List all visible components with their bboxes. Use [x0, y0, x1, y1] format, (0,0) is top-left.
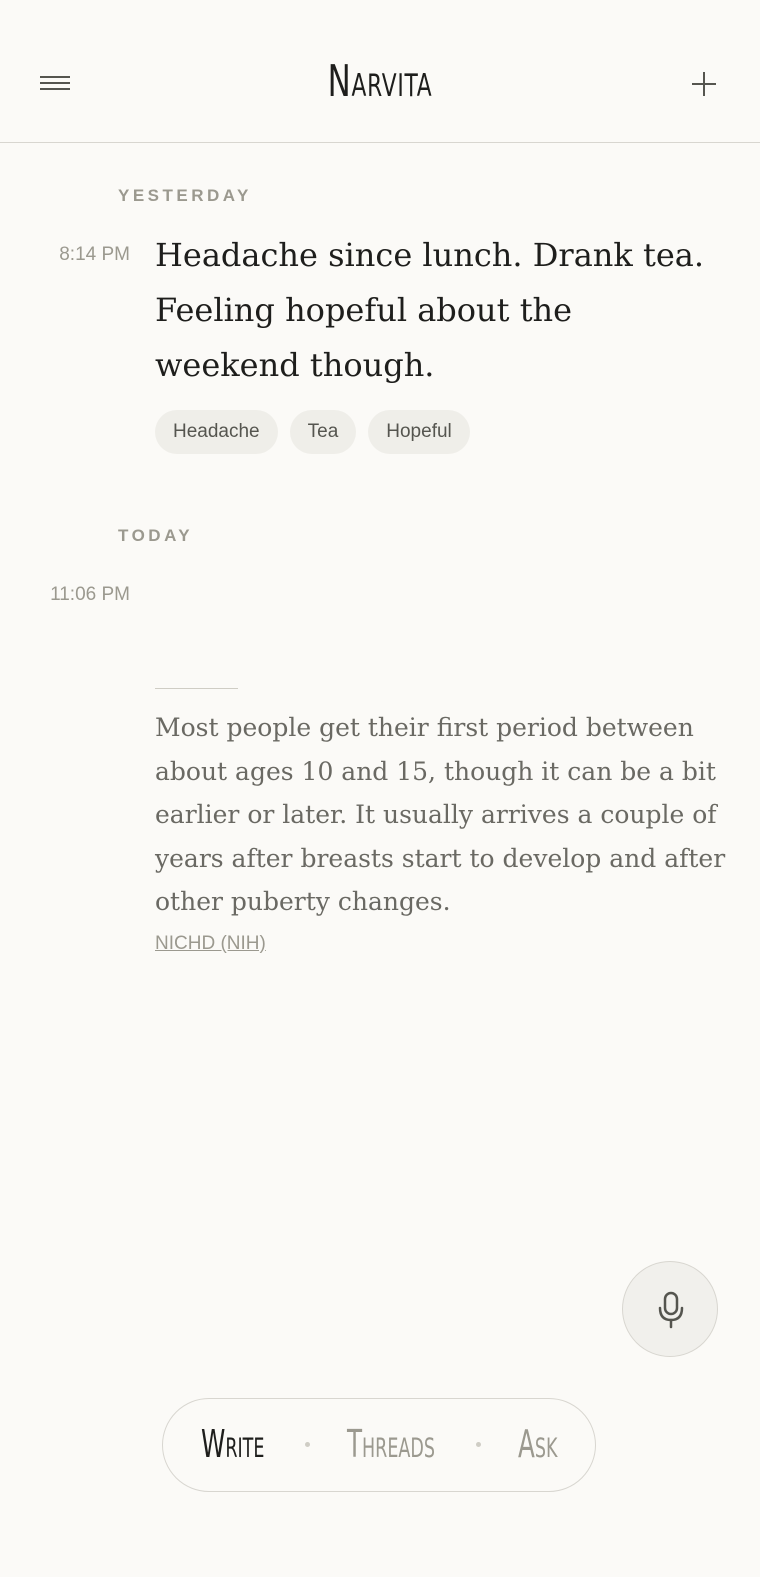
record-button[interactable] [622, 1261, 718, 1357]
journal-entry-text[interactable]: Headache since lunch. Drank tea. Feeling… [155, 228, 725, 393]
nav-separator [305, 1442, 310, 1447]
bottom-nav: Write Threads Ask [162, 1398, 596, 1492]
tag-chip[interactable]: Tea [289, 410, 357, 454]
app-title: Narvita [327, 56, 433, 107]
menu-icon[interactable] [40, 74, 72, 92]
plus-icon[interactable] [692, 72, 716, 96]
nav-tab-write[interactable]: Write [201, 1419, 264, 1469]
tag-chip[interactable]: Hopeful [368, 410, 470, 454]
nav-tab-threads[interactable]: Threads [347, 1419, 435, 1469]
section-label-yesterday: YESTERDAY [118, 186, 252, 205]
app-header: Narvita [0, 0, 760, 143]
tag-chip[interactable]: Headache [155, 410, 278, 454]
answer-text: Most people get their first period betwe… [155, 713, 726, 916]
nav-separator [476, 1442, 481, 1447]
microphone-icon [658, 1291, 684, 1329]
answer-divider [155, 688, 238, 689]
section-label-today: TODAY [118, 526, 194, 545]
nav-tab-ask[interactable]: Ask [518, 1419, 557, 1469]
entry-time: 8:14 PM [59, 244, 130, 265]
entry-time: 11:06 PM [50, 584, 130, 605]
source-link[interactable]: NICHD (NIH) [155, 933, 266, 955]
entry-tags: Headache Tea Hopeful [155, 410, 470, 454]
